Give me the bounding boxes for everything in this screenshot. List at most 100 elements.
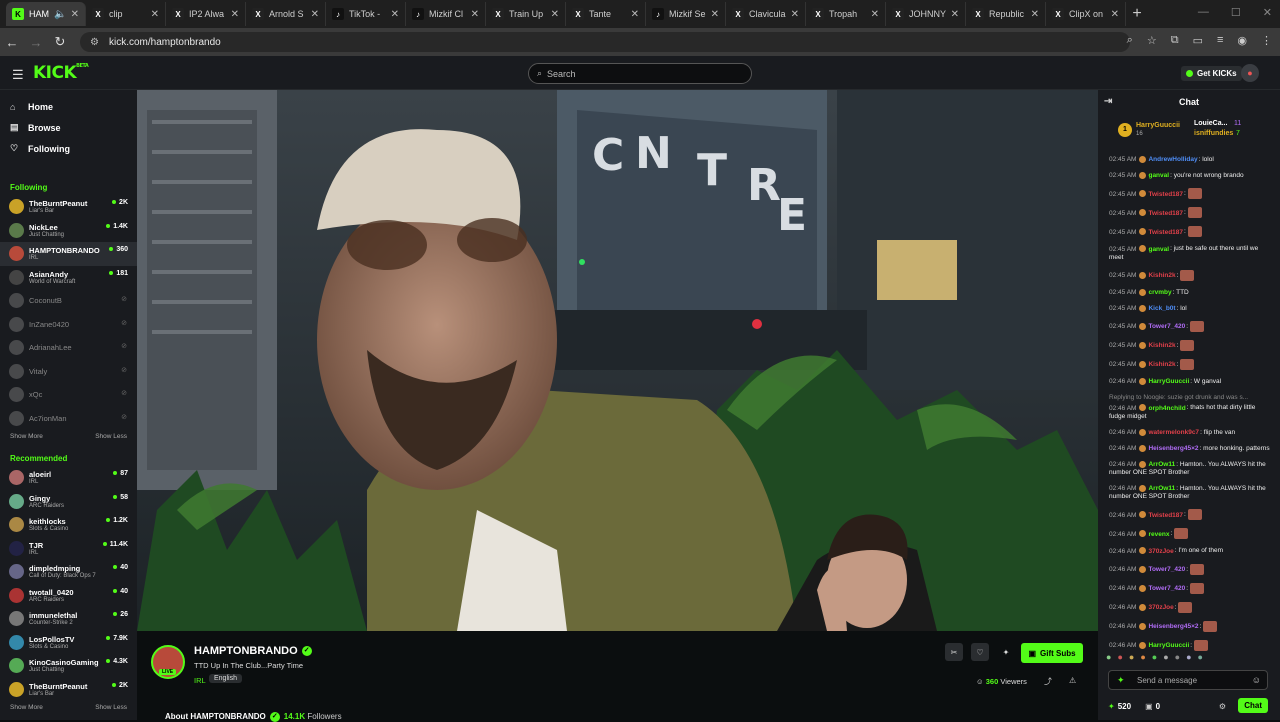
show-less-button[interactable]: Show Less <box>95 430 127 444</box>
show-less-button[interactable]: Show Less <box>95 701 127 715</box>
browser-tab[interactable]: X Train Up ✕ <box>486 2 566 26</box>
message-username[interactable]: watermelonk9c7 <box>1148 429 1199 436</box>
sidebar-channel[interactable]: Vitaly ⊘ <box>0 360 137 384</box>
message-username[interactable]: ganval <box>1148 246 1169 253</box>
sidebar-channel[interactable]: immunelethal Counter-Strike 2 26 <box>0 607 137 631</box>
message-username[interactable]: Tower7_420 <box>1148 585 1185 592</box>
cast-icon[interactable]: ▭ <box>1193 34 1203 47</box>
sidebar-channel[interactable]: NickLee Just Chatting 1.4K <box>0 219 137 243</box>
chat-settings-icon[interactable]: ⚙ <box>1219 702 1226 711</box>
chat-message-input[interactable]: ✦ Send a message ☺ <box>1108 670 1268 690</box>
emote-icon[interactable]: ● <box>1152 652 1157 662</box>
tab-close-icon[interactable]: ✕ <box>391 9 399 20</box>
sidebar-channel[interactable]: InZane0420 ⊘ <box>0 313 137 337</box>
browser-tab[interactable]: Xclip ✕ <box>86 2 166 26</box>
sidebar-channel[interactable]: Ac7ionMan ⊘ <box>0 407 137 431</box>
browser-tab[interactable]: X JOHNNY ✕ <box>886 2 966 26</box>
streamer-name[interactable]: HAMPTONBRANDO ✓ <box>194 645 312 657</box>
emote-icon[interactable]: ● <box>1186 652 1191 662</box>
message-username[interactable]: HarryGuuccii <box>1148 642 1189 649</box>
message-username[interactable]: revenx <box>1148 531 1169 538</box>
message-username[interactable]: Tower7_420 <box>1148 566 1185 573</box>
tab-close-icon[interactable]: ✕ <box>151 9 159 20</box>
kicks-gift-button[interactable]: ✦ <box>997 643 1015 661</box>
message-username[interactable]: Twisted187 <box>1148 210 1183 217</box>
sidebar-channel[interactable]: aloeirl IRL 87 <box>0 466 137 490</box>
media-icon[interactable]: ≡ <box>1217 34 1223 47</box>
message-username[interactable]: HarryGuuccii <box>1148 378 1189 385</box>
message-username[interactable]: crvmby <box>1148 289 1171 296</box>
emote-icon[interactable]: ● <box>1163 652 1168 662</box>
bookmark-star-icon[interactable]: ☆ <box>1147 34 1157 47</box>
hamburger-menu-icon[interactable]: ☰ <box>12 67 24 83</box>
nav-home[interactable]: ⌂ Home <box>0 96 137 117</box>
nav-following[interactable]: ♡ Following <box>0 138 137 159</box>
sidebar-channel[interactable]: AdrianahLee ⊘ <box>0 336 137 360</box>
search-input[interactable]: ⌕ Search <box>528 63 752 84</box>
address-bar[interactable]: ⚙ kick.com/hamptonbrando <box>80 32 1130 52</box>
message-username[interactable]: ArrOw11 <box>1148 485 1175 492</box>
sidebar-channel[interactable]: AsianAndy World of Warcraft 181 <box>0 266 137 290</box>
tab-close-icon[interactable]: ✕ <box>1111 9 1119 20</box>
browser-tab[interactable]: ♪ Mizkif Cl ✕ <box>406 2 486 26</box>
emote-icon[interactable]: ● <box>1129 652 1134 662</box>
message-username[interactable]: AndrewHolliday <box>1148 156 1197 163</box>
tab-close-icon[interactable]: ✕ <box>71 9 79 20</box>
browser-tab[interactable]: X Republic ✕ <box>966 2 1046 26</box>
message-username[interactable]: Heisenberg45×2 <box>1148 445 1198 452</box>
message-username[interactable]: ArrOw11 <box>1148 461 1175 468</box>
tab-close-icon[interactable]: ✕ <box>231 9 239 20</box>
message-username[interactable]: ganval <box>1148 172 1169 179</box>
sidebar-channel[interactable]: HAMPTONBRANDO IRL 360 <box>0 242 137 266</box>
sidebar-channel[interactable]: keithlocks Slots & Casino 1.2K <box>0 513 137 537</box>
profile-icon[interactable]: ◉ <box>1237 34 1247 47</box>
site-info-icon[interactable]: ⚙ <box>90 37 99 48</box>
tab-close-icon[interactable]: ✕ <box>711 9 719 20</box>
maximize-icon[interactable]: ☐ <box>1231 6 1241 19</box>
emoji-icon[interactable]: ☺ <box>1252 675 1261 685</box>
message-username[interactable]: Twisted187 <box>1148 512 1183 519</box>
message-username[interactable]: Twisted187 <box>1148 229 1183 236</box>
nav-browse[interactable]: ▤ Browse <box>0 117 137 138</box>
back-icon[interactable]: ← <box>0 35 24 50</box>
tab-close-icon[interactable]: ✕ <box>471 9 479 20</box>
message-username[interactable]: Heisenberg45×2 <box>1148 623 1198 630</box>
show-more-button[interactable]: Show More <box>10 430 43 444</box>
tab-close-icon[interactable]: ✕ <box>311 9 319 20</box>
sidebar-channel[interactable]: TJR IRL 11.4K <box>0 537 137 561</box>
gift-subs-button[interactable]: ▣ Gift Subs <box>1021 643 1083 663</box>
collapse-chat-icon[interactable]: ⇥ <box>1104 96 1112 107</box>
sidebar-channel[interactable]: twotall_0420 ARC Raiders 40 <box>0 584 137 608</box>
tab-close-icon[interactable]: ✕ <box>551 9 559 20</box>
language-tag[interactable]: English <box>209 674 242 683</box>
user-avatar[interactable]: ● <box>1241 64 1259 82</box>
message-username[interactable]: 370zJoe <box>1148 604 1173 611</box>
message-username[interactable]: Tower7_420 <box>1148 323 1185 330</box>
message-username[interactable]: 370zJoe <box>1148 548 1173 555</box>
clip-button[interactable]: ✂ <box>945 643 963 661</box>
sidebar-channel[interactable]: xQc ⊘ <box>0 383 137 407</box>
sidebar-channel[interactable]: LosPollosTV Slots & Casino 7.9K <box>0 631 137 655</box>
leaderboard-user[interactable]: HarryGuuccii <box>1136 122 1180 129</box>
sidebar-channel[interactable]: TheBurntPeanut Liar's Bar 2K <box>0 195 137 219</box>
menu-icon[interactable]: ⋮ <box>1261 34 1272 47</box>
sidebar-channel[interactable]: Gingy ARC Raiders 58 <box>0 490 137 514</box>
new-tab-icon[interactable]: + <box>1126 5 1148 23</box>
message-username[interactable]: Kishin2k <box>1148 272 1175 279</box>
tab-close-icon[interactable]: ✕ <box>951 9 959 20</box>
forward-icon[interactable]: → <box>24 35 48 50</box>
message-username[interactable]: orph4nchild <box>1148 405 1185 412</box>
emote-icon[interactable]: ● <box>1175 652 1180 662</box>
emote-icon[interactable]: ● <box>1198 652 1203 662</box>
chat-send-button[interactable]: Chat <box>1238 698 1268 713</box>
browser-tab[interactable]: X Clavicula ✕ <box>726 2 806 26</box>
message-username[interactable]: Kick_b0t <box>1148 305 1175 312</box>
emote-icon[interactable]: ● <box>1106 652 1111 662</box>
sidebar-channel[interactable]: TheBurntPeanut Liar's Bar 2K <box>0 678 137 702</box>
message-username[interactable]: Kishin2k <box>1148 361 1175 368</box>
show-more-button[interactable]: Show More <box>10 701 43 715</box>
message-username[interactable]: Kishin2k <box>1148 342 1175 349</box>
close-window-icon[interactable]: ✕ <box>1263 6 1272 19</box>
tab-close-icon[interactable]: ✕ <box>1031 9 1039 20</box>
browser-tab[interactable]: X ClipX on ✕ <box>1046 2 1126 26</box>
